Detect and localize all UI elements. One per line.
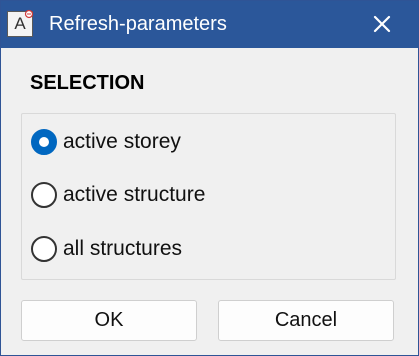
radio-button-unchecked[interactable]: [31, 236, 57, 262]
radio-button-unchecked[interactable]: [31, 182, 57, 208]
refresh-parameters-dialog: A Refresh-parameters SELECTION active st…: [0, 0, 419, 356]
radio-label-active-storey: active storey: [63, 130, 181, 153]
ok-button[interactable]: OK: [21, 300, 197, 341]
window-title: Refresh-parameters: [49, 13, 227, 35]
radio-all-structures[interactable]: all structures: [31, 234, 231, 264]
title-bar[interactable]: A Refresh-parameters: [1, 1, 418, 48]
radio-label-all-structures: all structures: [63, 237, 183, 260]
radio-button-checked[interactable]: [31, 129, 57, 155]
radio-active-storey[interactable]: active storey: [31, 127, 231, 157]
close-button[interactable]: [357, 1, 405, 48]
text-field-icon: A: [7, 9, 34, 37]
cancel-button[interactable]: Cancel: [218, 300, 394, 341]
close-icon: [373, 15, 391, 33]
radio-dot: [39, 137, 49, 147]
radio-label-active-structure: active structure: [63, 183, 206, 206]
icon-corner-badge: [24, 9, 34, 19]
radio-active-structure[interactable]: active structure: [31, 180, 261, 210]
selection-heading: SELECTION: [30, 72, 145, 94]
